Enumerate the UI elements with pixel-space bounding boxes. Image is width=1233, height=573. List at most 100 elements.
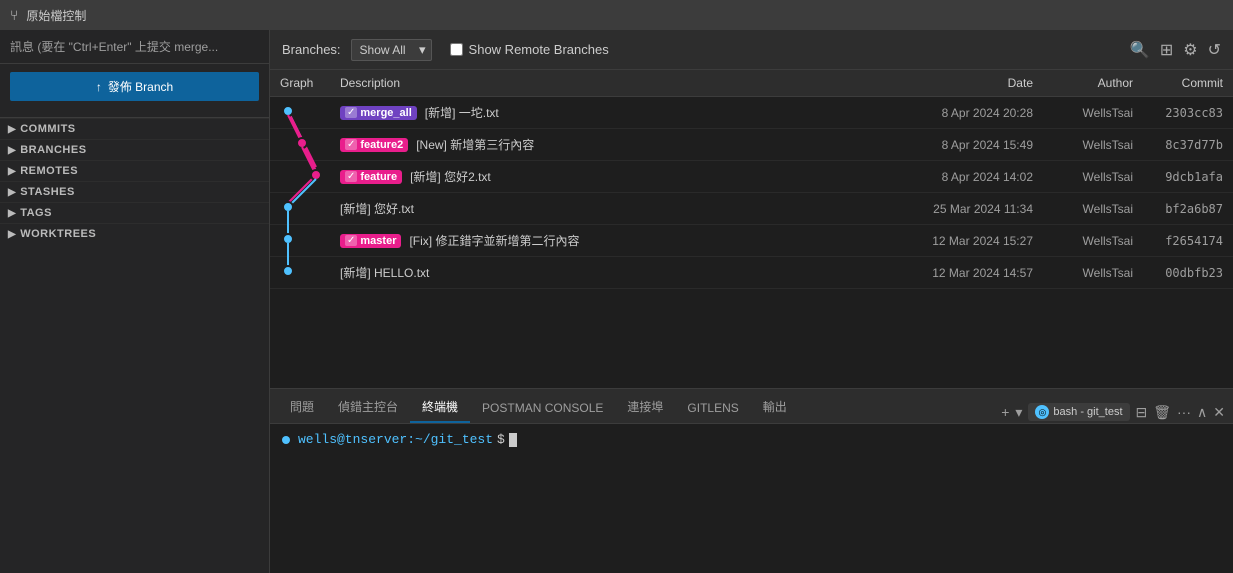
commit-hash: 9dcb1afa bbox=[1143, 161, 1233, 193]
col-graph: Graph bbox=[270, 70, 330, 97]
branch-tag-merge_all[interactable]: ✓ merge_all bbox=[340, 106, 417, 120]
branch-tag-feature[interactable]: ✓ feature bbox=[340, 170, 402, 184]
commit-description: [新增] 您好.txt bbox=[340, 200, 414, 217]
table-row[interactable]: ✓ master[Fix] 修正錯字並新增第二行內容12 Mar 2024 15… bbox=[270, 225, 1233, 257]
tab-ports[interactable]: 連接埠 bbox=[615, 392, 675, 423]
desc-content: ✓ merge_all [新增] 一坨.txt bbox=[340, 104, 853, 121]
tag-check-icon: ✓ bbox=[345, 171, 357, 182]
table-row[interactable]: [新增] 您好.txt25 Mar 2024 11:34WellsTsaibf2… bbox=[270, 193, 1233, 225]
desc-content: ✓ feature2[New] 新增第三行內容 bbox=[340, 136, 853, 153]
graph-cell bbox=[270, 257, 330, 289]
sidebar-item-remotes[interactable]: ▶ REMOTES bbox=[0, 160, 269, 181]
sidebar-bottom: ▶ COMMITS ▶ BRANCHES ▶ REMOTES ▶ STASHES… bbox=[0, 117, 269, 573]
branches-select[interactable]: Show All Local Remote bbox=[351, 39, 432, 61]
chevron-down-icon[interactable]: ▾ bbox=[1015, 404, 1022, 421]
commit-description: [新增] HELLO.txt bbox=[340, 264, 429, 281]
description-cell: [新增] HELLO.txt bbox=[330, 257, 863, 289]
commit-date: 8 Apr 2024 14:02 bbox=[863, 161, 1043, 193]
terminal-dot bbox=[282, 436, 290, 444]
chevron-icon: ▶ bbox=[8, 166, 16, 177]
branch-tag-feature2[interactable]: ✓ feature2 bbox=[340, 138, 408, 152]
publish-branch-button[interactable]: ↑ 發佈 Branch bbox=[10, 72, 259, 101]
desc-content: [新增] HELLO.txt bbox=[340, 264, 853, 281]
tab-debug-console[interactable]: 偵錯主控台 bbox=[326, 392, 410, 423]
commit-hash: 00dbfb23 bbox=[1143, 257, 1233, 289]
commit-hash: bf2a6b87 bbox=[1143, 193, 1233, 225]
terminal-cursor bbox=[509, 433, 517, 447]
commit-message-input[interactable]: 訊息 (要在 "Ctrl+Enter" 上提交 merge... bbox=[0, 30, 269, 64]
table-row[interactable]: ✓ feature[新增] 您好2.txt8 Apr 2024 14:02Wel… bbox=[270, 161, 1233, 193]
commit-hash: 2303cc83 bbox=[1143, 97, 1233, 129]
commit-date: 8 Apr 2024 15:49 bbox=[863, 129, 1043, 161]
sidebar-item-worktrees[interactable]: ▶ WORKTREES bbox=[0, 223, 269, 244]
description-cell: ✓ master [Fix] 修正錯字並新增第二行內容 bbox=[330, 225, 863, 257]
commit-description: [新增] 您好2.txt bbox=[410, 168, 491, 185]
chevron-icon: ▶ bbox=[8, 208, 16, 219]
branches-label: Branches: bbox=[282, 42, 341, 57]
sidebar-item-commits[interactable]: ▶ COMMITS bbox=[0, 118, 269, 139]
tab-terminal[interactable]: 終端機 bbox=[410, 392, 470, 423]
description-cell: [新增] 您好.txt bbox=[330, 193, 863, 225]
desc-content: ✓ master [Fix] 修正錯字並新增第二行內容 bbox=[340, 232, 853, 249]
tab-output[interactable]: 輸出 bbox=[751, 392, 799, 423]
sidebar: 訊息 (要在 "Ctrl+Enter" 上提交 merge... ↑ 發佈 Br… bbox=[0, 30, 270, 573]
tag-check-icon: ✓ bbox=[345, 107, 357, 118]
commit-description: [Fix] 修正錯字並新增第二行內容 bbox=[409, 232, 579, 249]
settings-icon[interactable]: ⚙ bbox=[1183, 40, 1197, 60]
commit-author: WellsTsai bbox=[1043, 225, 1143, 257]
description-cell: ✓ feature [新增] 您好2.txt bbox=[330, 161, 863, 193]
commit-author: WellsTsai bbox=[1043, 129, 1143, 161]
sidebar-item-tags[interactable]: ▶ TAGS bbox=[0, 202, 269, 223]
table-row[interactable]: [新增] HELLO.txt12 Mar 2024 14:57WellsTsai… bbox=[270, 257, 1233, 289]
remote-checkbox-area: Show Remote Branches bbox=[450, 42, 609, 57]
tab-gitlens[interactable]: GITLENS bbox=[675, 395, 750, 423]
tab-problems[interactable]: 問題 bbox=[278, 392, 326, 423]
trash-icon[interactable]: 🗑 bbox=[1153, 404, 1171, 421]
graph-cell bbox=[270, 161, 330, 193]
split-terminal-icon[interactable]: ⊟ bbox=[1136, 404, 1148, 421]
graph-cell bbox=[270, 193, 330, 225]
commit-date: 12 Mar 2024 14:57 bbox=[863, 257, 1043, 289]
search-icon[interactable]: 🔍 bbox=[1130, 40, 1150, 60]
sidebar-item-branches[interactable]: ▶ BRANCHES bbox=[0, 139, 269, 160]
terminal-body[interactable]: wells@tnserver:~/git_test $ bbox=[270, 424, 1233, 573]
close-panel-icon[interactable]: ✕ bbox=[1213, 404, 1225, 421]
commit-hash: 8c37d77b bbox=[1143, 129, 1233, 161]
top-bar-title: 原始檔控制 bbox=[26, 7, 86, 24]
commit-date: 25 Mar 2024 11:34 bbox=[863, 193, 1043, 225]
sidebar-item-stashes[interactable]: ▶ STASHES bbox=[0, 181, 269, 202]
table-row[interactable]: ✓ merge_all [新增] 一坨.txt 8 Apr 2024 20:28We… bbox=[270, 97, 1233, 129]
col-date: Date bbox=[863, 70, 1043, 97]
terminal-user: wells@tnserver:~/git_test bbox=[298, 432, 493, 447]
panel-tabs: 問題 偵錯主控台 終端機 POSTMAN CONSOLE 連接埠 GITLENS… bbox=[270, 389, 1233, 424]
bash-tag[interactable]: ◎ bash - git_test bbox=[1028, 403, 1129, 421]
chevron-icon: ▶ bbox=[8, 145, 16, 156]
commit-hash: f2654174 bbox=[1143, 225, 1233, 257]
source-control-icon: ⑂ bbox=[10, 7, 18, 23]
more-icon[interactable]: ··· bbox=[1177, 404, 1191, 420]
graph-cell bbox=[270, 129, 330, 161]
commit-date: 8 Apr 2024 20:28 bbox=[863, 97, 1043, 129]
chevron-up-icon[interactable]: ∧ bbox=[1197, 404, 1207, 421]
remote-checkbox-label[interactable]: Show Remote Branches bbox=[469, 42, 609, 57]
commit-description: [新增] 一坨.txt bbox=[425, 104, 499, 121]
graph-cell bbox=[270, 97, 330, 129]
branch-tag-master[interactable]: ✓ master bbox=[340, 234, 401, 248]
commit-author: WellsTsai bbox=[1043, 97, 1143, 129]
show-remote-checkbox[interactable] bbox=[450, 43, 463, 56]
branches-select-wrapper[interactable]: Show All Local Remote bbox=[351, 39, 432, 61]
graph-cell bbox=[270, 225, 330, 257]
split-icon[interactable]: ⊞ bbox=[1160, 40, 1173, 60]
col-description: Description bbox=[330, 70, 863, 97]
right-content: Branches: Show All Local Remote Show Rem… bbox=[270, 30, 1233, 573]
main-layout: 訊息 (要在 "Ctrl+Enter" 上提交 merge... ↑ 發佈 Br… bbox=[0, 30, 1233, 573]
add-terminal-icon[interactable]: + bbox=[1001, 404, 1009, 420]
tab-postman[interactable]: POSTMAN CONSOLE bbox=[470, 395, 615, 423]
terminal-dollar: $ bbox=[497, 432, 505, 447]
tag-check-icon: ✓ bbox=[345, 235, 357, 246]
table-row[interactable]: ✓ feature2[New] 新增第三行內容 8 Apr 2024 15:49W… bbox=[270, 129, 1233, 161]
publish-icon: ↑ bbox=[96, 80, 102, 94]
branches-toolbar: Branches: Show All Local Remote Show Rem… bbox=[270, 30, 1233, 70]
refresh-icon[interactable]: ↺ bbox=[1208, 40, 1221, 60]
bash-icon: ◎ bbox=[1035, 405, 1049, 419]
